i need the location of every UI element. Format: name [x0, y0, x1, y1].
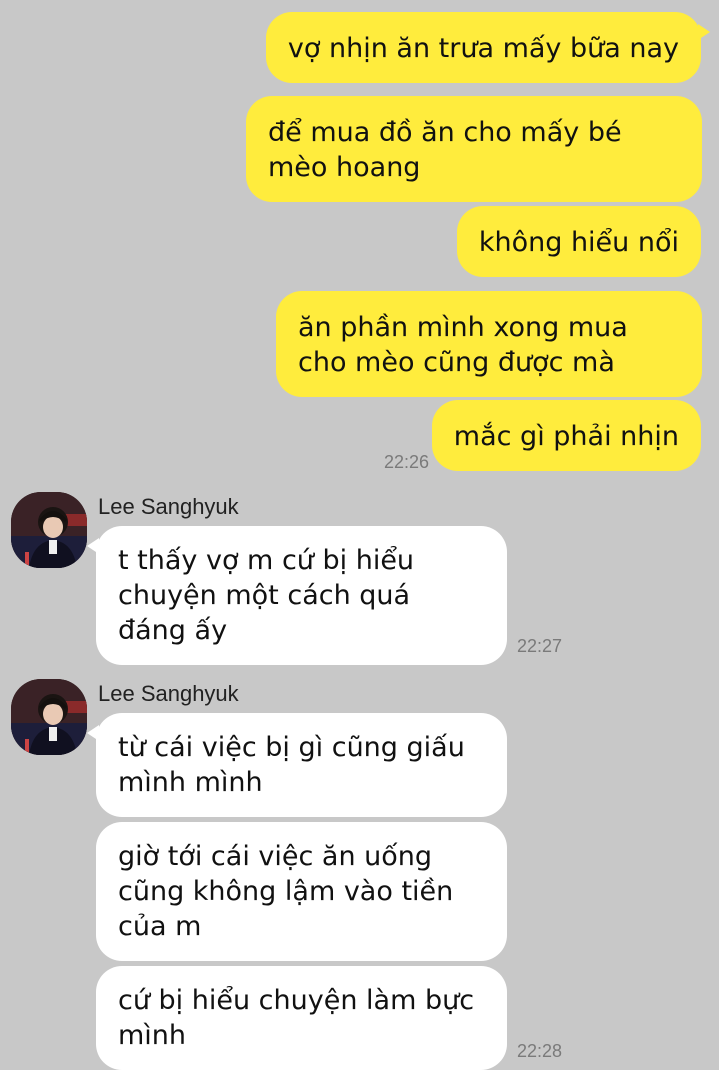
- outgoing-message[interactable]: để mua đồ ăn cho mấy bé mèo hoang: [246, 96, 702, 202]
- avatar[interactable]: [11, 679, 87, 755]
- outgoing-message[interactable]: vợ nhịn ăn trưa mấy bữa nay: [265, 12, 711, 83]
- outgoing-message[interactable]: ăn phần mình xong mua cho mèo cũng được …: [276, 291, 702, 397]
- incoming-message[interactable]: giờ tới cái việc ăn uống cũng không lậm …: [96, 822, 507, 961]
- sender-name: Lee Sanghyuk: [98, 681, 239, 706]
- message-text: giờ tới cái việc ăn uống cũng không lậm …: [118, 841, 454, 942]
- message-text: từ cái việc bị gì cũng giấu mình mình: [118, 732, 465, 798]
- incoming-message[interactable]: cứ bị hiểu chuyện làm bực mình: [96, 966, 507, 1070]
- message-text: ăn phần mình xong mua cho mèo cũng được …: [298, 312, 628, 378]
- profile-photo-icon: [11, 492, 87, 568]
- incoming-message[interactable]: từ cái việc bị gì cũng giấu mình mình: [87, 713, 507, 817]
- profile-photo-icon: [11, 679, 87, 755]
- outgoing-message[interactable]: mắc gì phải nhịn: [431, 400, 701, 471]
- message-timestamp: 22:26: [384, 452, 430, 472]
- message-text: t thấy vợ m cứ bị hiểu chuyện một cách q…: [118, 545, 415, 646]
- message-text: không hiểu nổi: [478, 227, 679, 258]
- message-text: cứ bị hiểu chuyện làm bực mình: [118, 985, 475, 1051]
- message-text: vợ nhịn ăn trưa mấy bữa nay: [287, 33, 679, 64]
- avatar[interactable]: [11, 492, 87, 568]
- message-text: để mua đồ ăn cho mấy bé mèo hoang: [268, 117, 622, 183]
- outgoing-message[interactable]: không hiểu nổi: [456, 206, 701, 277]
- message-timestamp: 22:28: [517, 1041, 563, 1061]
- incoming-message[interactable]: t thấy vợ m cứ bị hiểu chuyện một cách q…: [87, 526, 507, 665]
- message-text: mắc gì phải nhịn: [453, 421, 679, 452]
- message-timestamp: 22:27: [517, 636, 563, 656]
- sender-name: Lee Sanghyuk: [98, 494, 239, 519]
